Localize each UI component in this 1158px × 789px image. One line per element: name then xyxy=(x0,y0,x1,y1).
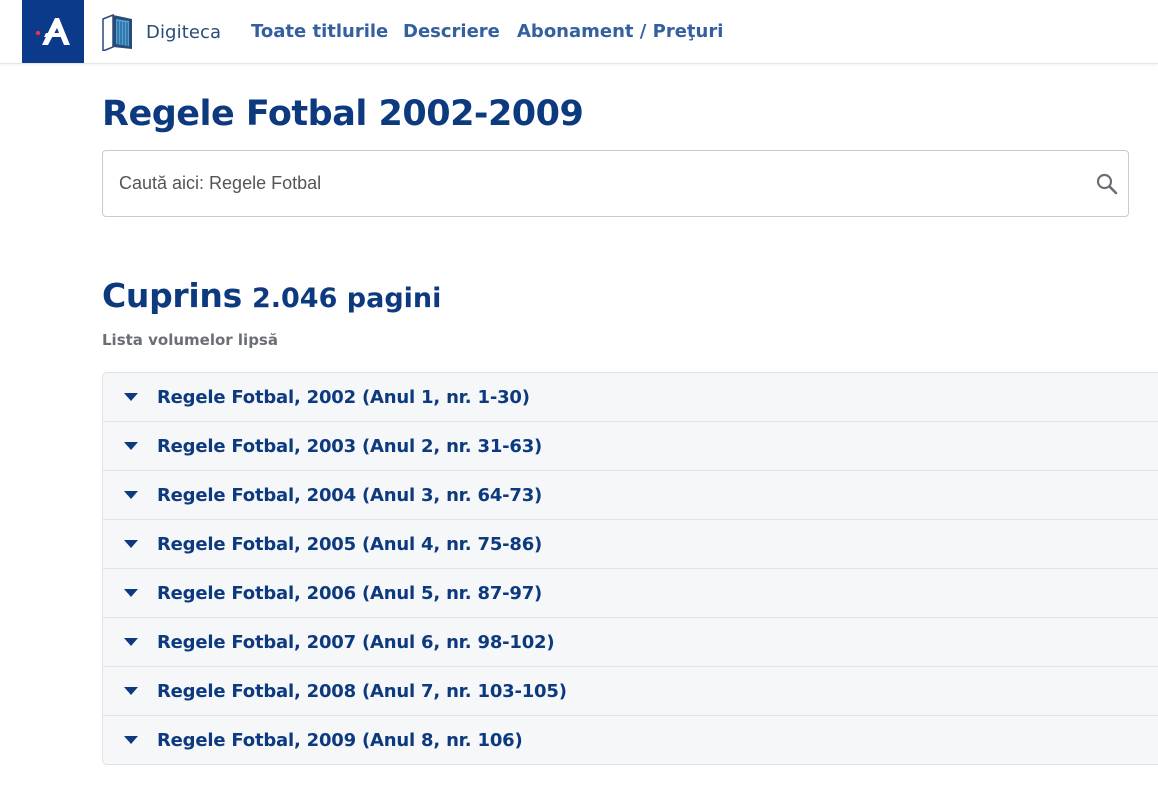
volume-label: Regele Fotbal, 2008 (Anul 7, nr. 103-105… xyxy=(157,680,567,702)
caret-down-icon xyxy=(103,393,157,401)
missing-volumes-link[interactable]: Lista volumelor lipsă xyxy=(102,331,278,349)
contents-title: Cuprins xyxy=(102,276,242,315)
volume-row-2009[interactable]: Regele Fotbal, 2009 (Anul 8, nr. 106) xyxy=(103,716,1158,764)
nav-all-titles[interactable]: Toate titlurile xyxy=(251,0,388,63)
volume-label: Regele Fotbal, 2004 (Anul 3, nr. 64-73) xyxy=(157,484,543,506)
caret-down-icon xyxy=(103,491,157,499)
nav-description[interactable]: Descriere xyxy=(403,0,500,63)
volume-row-2004[interactable]: Regele Fotbal, 2004 (Anul 3, nr. 64-73) xyxy=(103,471,1158,520)
volume-row-2005[interactable]: Regele Fotbal, 2005 (Anul 4, nr. 75-86) xyxy=(103,520,1158,569)
arcanum-logo-icon[interactable] xyxy=(22,0,84,63)
volume-row-2006[interactable]: Regele Fotbal, 2006 (Anul 5, nr. 87-97) xyxy=(103,569,1158,618)
nav-subscription-prices[interactable]: Abonament / Preţuri xyxy=(517,0,723,63)
caret-down-icon xyxy=(103,589,157,597)
volume-label: Regele Fotbal, 2007 (Anul 6, nr. 98-102) xyxy=(157,631,555,653)
search-box xyxy=(102,150,1129,217)
caret-down-icon xyxy=(103,638,157,646)
contents-heading: Cuprins 2.046 pagini xyxy=(102,276,441,315)
volume-label: Regele Fotbal, 2002 (Anul 1, nr. 1-30) xyxy=(157,386,530,408)
top-navigation-bar: Digiteca Toate titlurile Descriere Abona… xyxy=(0,0,1158,64)
caret-down-icon xyxy=(103,687,157,695)
digiteca-label: Digiteca xyxy=(146,21,222,43)
volume-label: Regele Fotbal, 2009 (Anul 8, nr. 106) xyxy=(157,729,523,751)
volume-label: Regele Fotbal, 2006 (Anul 5, nr. 87-97) xyxy=(157,582,543,604)
volume-row-2003[interactable]: Regele Fotbal, 2003 (Anul 2, nr. 31-63) xyxy=(103,422,1158,471)
page-count: 2.046 pagini xyxy=(251,283,442,314)
page-title: Regele Fotbal 2002-2009 xyxy=(102,94,584,134)
volume-row-2008[interactable]: Regele Fotbal, 2008 (Anul 7, nr. 103-105… xyxy=(103,667,1158,716)
volume-label: Regele Fotbal, 2005 (Anul 4, nr. 75-86) xyxy=(157,533,543,555)
search-icon[interactable] xyxy=(1095,172,1119,196)
volume-row-2002[interactable]: Regele Fotbal, 2002 (Anul 1, nr. 1-30) xyxy=(103,373,1158,422)
caret-down-icon xyxy=(103,736,157,744)
search-input[interactable] xyxy=(119,151,1079,216)
books-icon xyxy=(101,13,134,51)
volume-row-2007[interactable]: Regele Fotbal, 2007 (Anul 6, nr. 98-102) xyxy=(103,618,1158,667)
volumes-accordion: Regele Fotbal, 2002 (Anul 1, nr. 1-30) R… xyxy=(102,372,1158,765)
caret-down-icon xyxy=(103,540,157,548)
digiteca-link[interactable]: Digiteca xyxy=(101,12,221,52)
caret-down-icon xyxy=(103,442,157,450)
volume-label: Regele Fotbal, 2003 (Anul 2, nr. 31-63) xyxy=(157,435,543,457)
